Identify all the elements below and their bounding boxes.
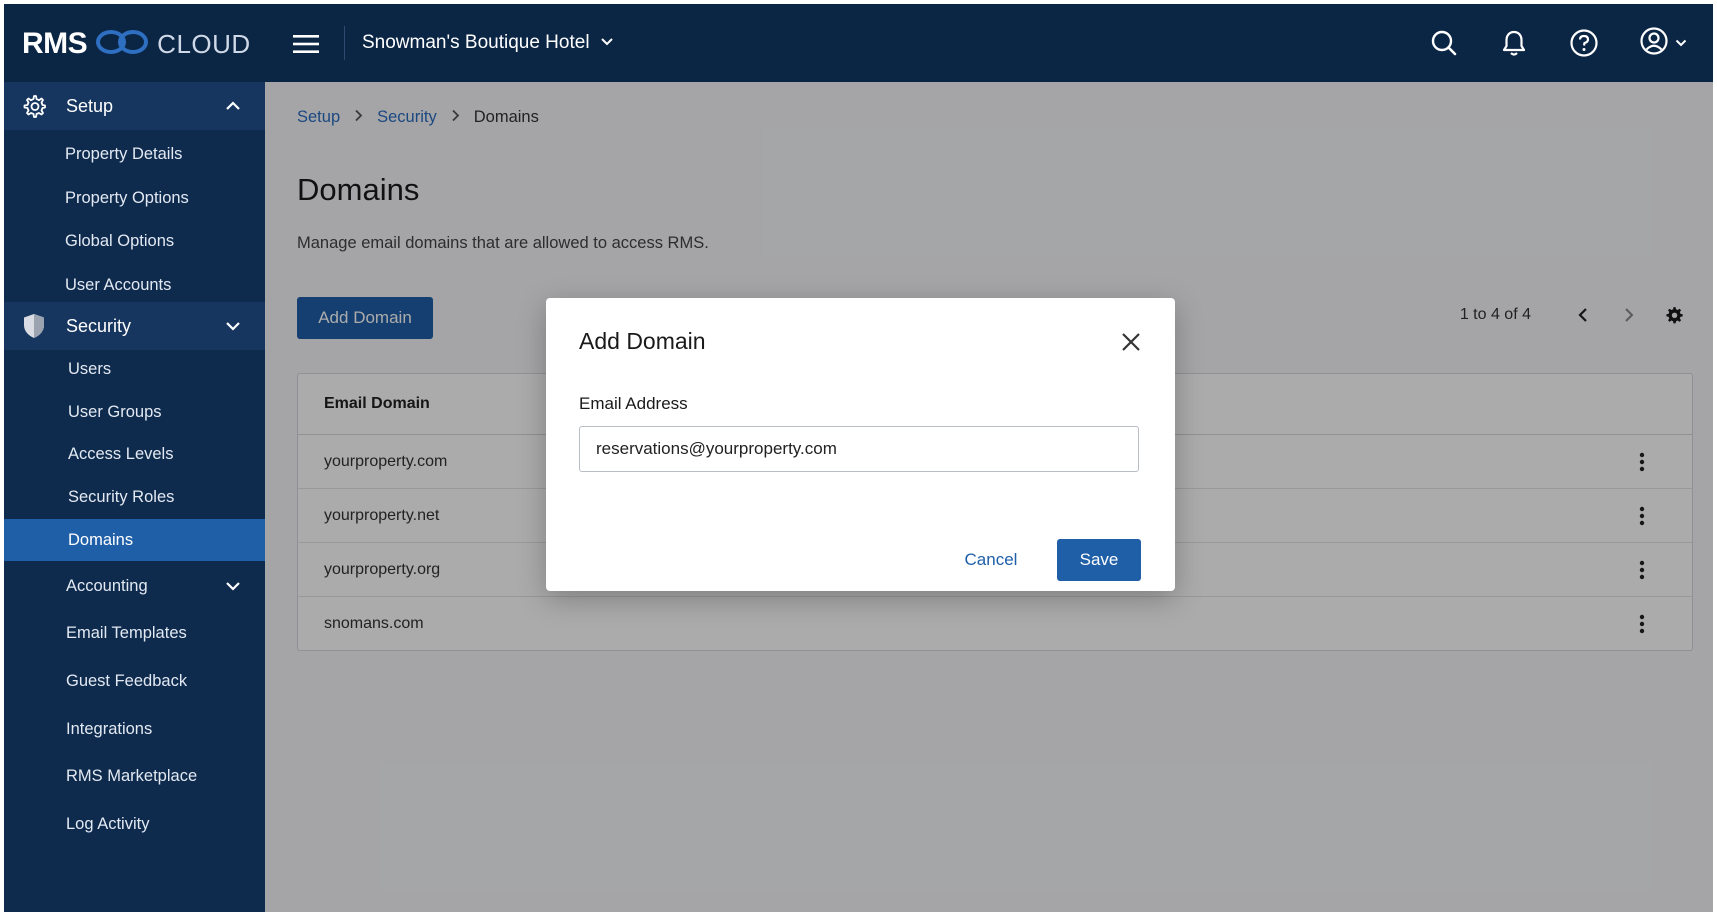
sidebar-item-security-roles[interactable]: Security Roles — [4, 477, 265, 517]
sidebar-item-label: Log Activity — [66, 814, 150, 833]
sidebar-section-label: Setup — [66, 95, 114, 116]
sidebar-item-label: Email Templates — [66, 623, 187, 642]
brand-logo[interactable]: RMS CLOUD — [22, 26, 251, 62]
sidebar-item-rms-marketplace[interactable]: RMS Marketplace — [4, 756, 265, 796]
close-icon[interactable] — [1117, 328, 1145, 356]
sidebar-item-log-activity[interactable]: Log Activity — [4, 804, 265, 844]
header-actions — [1425, 24, 1691, 62]
save-button[interactable]: Save — [1057, 539, 1141, 581]
gear-icon — [22, 94, 46, 118]
help-icon[interactable] — [1565, 24, 1603, 62]
search-icon[interactable] — [1425, 24, 1463, 62]
sidebar-item-property-details[interactable]: Property Details — [4, 134, 265, 174]
sidebar-item-label: Domains — [68, 530, 134, 549]
sidebar-item-label: Integrations — [66, 719, 153, 738]
account-icon — [1639, 26, 1669, 61]
chevron-up-icon — [223, 96, 243, 116]
sidebar-item-label: Access Levels — [68, 444, 174, 463]
sidebar-item-label: Users — [68, 359, 112, 378]
sidebar-item-label: Guest Feedback — [66, 671, 188, 690]
sidebar-item-users[interactable]: Users — [4, 349, 265, 389]
cloud-logo-icon — [95, 29, 149, 60]
bell-icon[interactable] — [1495, 24, 1533, 62]
sidebar-item-domains[interactable]: Domains — [4, 519, 265, 561]
sidebar-section-security[interactable]: Security — [4, 302, 265, 350]
account-menu[interactable] — [1635, 24, 1691, 62]
sidebar-item-integrations[interactable]: Integrations — [4, 709, 265, 749]
app-frame: RMS CLOUD Snowman's Boutique Hotel Setup… — [4, 4, 1713, 912]
cancel-button[interactable]: Cancel — [941, 539, 1041, 581]
sidebar-item-label: Global Options — [65, 231, 175, 250]
dialog-title: Add Domain — [579, 328, 706, 354]
sidebar-item-label: RMS Marketplace — [66, 766, 198, 785]
sidebar-item-label: Security Roles — [68, 487, 175, 506]
chevron-down-icon — [1675, 34, 1687, 52]
sidebar-item-label: Property Details — [65, 144, 183, 163]
sidebar-item-email-templates[interactable]: Email Templates — [4, 613, 265, 653]
sidebar-item-global-options[interactable]: Global Options — [4, 221, 265, 261]
sidebar-item-user-groups[interactable]: User Groups — [4, 392, 265, 432]
sidebar-item-label: User Accounts — [65, 275, 172, 294]
brand-rms-text: RMS — [22, 27, 88, 60]
add-domain-dialog: Add Domain Email Address Cancel Save — [546, 298, 1175, 591]
sidebar-item-label: Property Options — [65, 188, 189, 207]
top-bar: RMS CLOUD Snowman's Boutique Hotel — [4, 4, 1713, 82]
sidebar-section-label: Security — [66, 315, 132, 336]
sidebar-section-setup[interactable]: Setup — [4, 82, 265, 130]
sidebar-item-guest-feedback[interactable]: Guest Feedback — [4, 661, 265, 701]
chevron-down-icon — [223, 576, 243, 596]
header-divider — [344, 26, 345, 60]
brand-cloud-text: CLOUD — [157, 28, 251, 59]
sidebar: Setup Property Details Property Options … — [4, 82, 265, 912]
email-address-input[interactable] — [579, 426, 1139, 472]
sidebar-item-user-accounts[interactable]: User Accounts — [4, 265, 265, 305]
sidebar-item-label: Accounting — [66, 576, 148, 595]
email-address-label: Email Address — [579, 394, 688, 413]
menu-icon[interactable] — [290, 30, 322, 58]
property-selector[interactable]: Snowman's Boutique Hotel — [362, 28, 614, 58]
sidebar-item-accounting[interactable]: Accounting — [4, 566, 265, 606]
sidebar-item-property-options[interactable]: Property Options — [4, 178, 265, 218]
sidebar-item-label: User Groups — [68, 402, 162, 421]
chevron-down-icon — [223, 316, 243, 336]
chevron-down-icon — [600, 34, 614, 52]
shield-icon — [22, 314, 46, 338]
sidebar-item-access-levels[interactable]: Access Levels — [4, 434, 265, 474]
property-name: Snowman's Boutique Hotel — [362, 32, 590, 53]
